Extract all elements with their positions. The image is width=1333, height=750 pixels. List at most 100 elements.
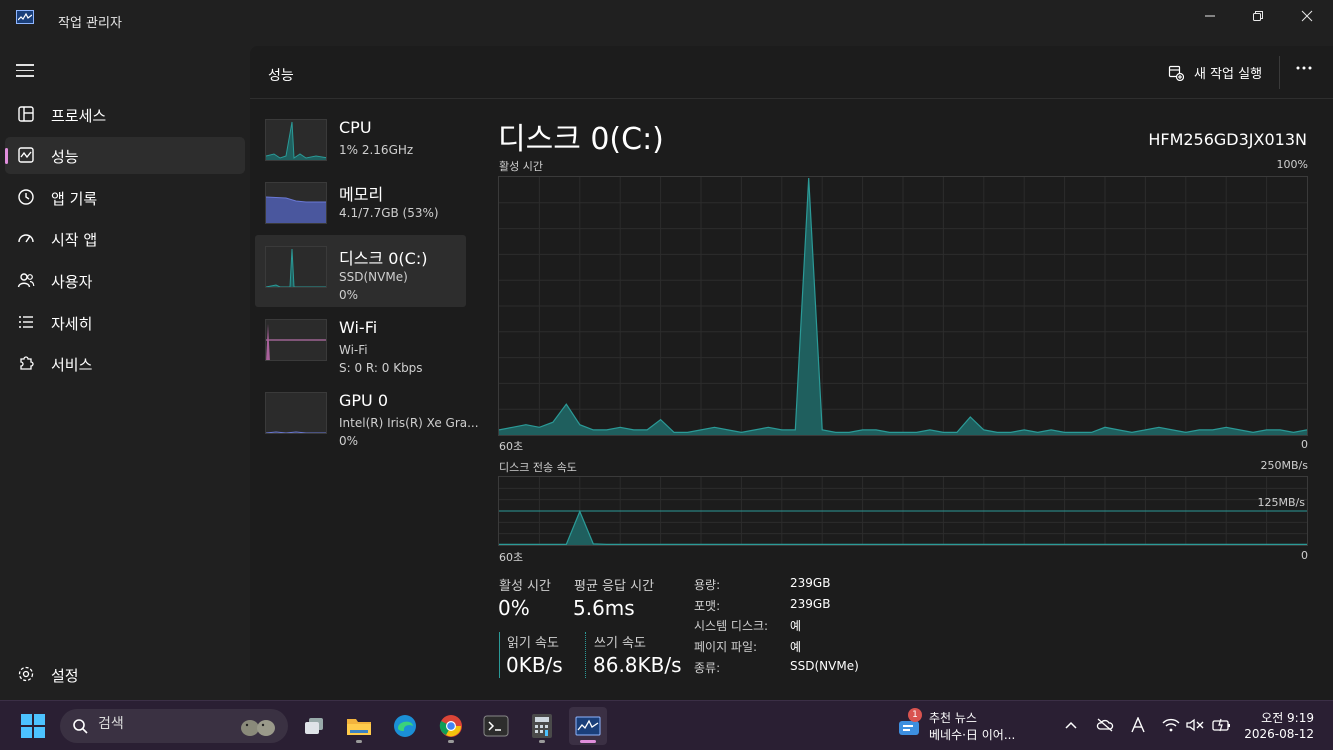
device-item-cpu[interactable]: CPU 1% 2.16GHz [255, 108, 466, 180]
sidebar-item-performance[interactable]: 성능 [5, 137, 245, 174]
device-name: CPU [339, 118, 372, 137]
running-indicator [580, 740, 596, 743]
sidebar-item-startup-apps[interactable]: 시작 앱 [5, 220, 245, 257]
volume-muted-icon [1186, 718, 1204, 732]
tray-wifi[interactable] [1162, 716, 1180, 734]
disk-model: HFM256GD3JX013N [1148, 130, 1307, 149]
device-subtitle-2: 0% [339, 288, 359, 302]
active-time-graph [498, 176, 1308, 436]
prop-key: 시스템 디스크: [694, 619, 769, 633]
disk-thumbnail-graph [265, 246, 327, 288]
more-options-button[interactable] [1295, 60, 1313, 80]
show-hidden-icons-button[interactable] [1062, 716, 1080, 734]
taskbar-file-explorer[interactable] [340, 707, 378, 745]
sidebar-item-label: 사용자 [51, 273, 93, 291]
prop-value: SSD(NVMe) [790, 659, 859, 673]
read-rate-label: 읽기 속도 [507, 636, 559, 651]
task-view-icon [305, 718, 323, 734]
taskbar-calculator[interactable] [523, 707, 561, 745]
sidebar-item-users[interactable]: 사용자 [5, 262, 245, 299]
task-manager-app-icon [16, 10, 34, 24]
sidebar-item-label: 서비스 [51, 356, 93, 374]
menu-toggle-button[interactable] [16, 64, 34, 78]
main-panel: 성능 새 작업 실행 CPU 1% 2.16GHz 메모리 4.1/7.7GB … [250, 46, 1333, 700]
sidebar-item-label: 앱 기록 [51, 190, 98, 208]
maximize-button[interactable] [1234, 0, 1282, 32]
edge-icon [394, 715, 416, 737]
transfer-graph-max: 250MB/s [1260, 459, 1308, 472]
prop-key: 종류: [694, 661, 721, 675]
users-icon [17, 273, 35, 288]
battery-charging-icon [1212, 718, 1230, 732]
active-time-x-left: 60초 [499, 440, 524, 453]
transfer-graph-label: 디스크 전송 속도 [499, 461, 577, 474]
news-widget[interactable]: 1 추천 뉴스 베네수·日 이어... [898, 707, 1038, 745]
transfer-x-left: 60초 [499, 551, 524, 564]
sidebar-item-label: 설정 [51, 667, 79, 685]
tray-battery[interactable] [1212, 716, 1230, 734]
device-subtitle-2: S: 0 R: 0 Kbps [339, 361, 423, 375]
taskbar-edge[interactable] [386, 707, 424, 745]
clock-date[interactable]: 2026-08-12 [1240, 727, 1314, 741]
device-item-wifi[interactable]: Wi-Fi Wi-Fi S: 0 R: 0 Kbps [255, 308, 466, 380]
hamburger-icon-line [16, 69, 34, 71]
prop-key: 페이지 파일: [694, 640, 758, 654]
tray-volume[interactable] [1186, 716, 1204, 734]
puzzle-icon [20, 356, 34, 370]
clock-time[interactable]: 오전 9:19 [1258, 709, 1314, 726]
pulse-icon [18, 147, 34, 163]
device-subtitle-2: 0% [339, 434, 359, 448]
search-input[interactable] [98, 716, 238, 732]
gear-icon [18, 666, 34, 682]
close-button[interactable] [1283, 0, 1331, 32]
restore-icon [1253, 11, 1263, 21]
detail-title: 디스크 0(C:) [498, 122, 664, 157]
tray-ime[interactable] [1129, 716, 1147, 734]
window-title: 작업 관리자 [58, 16, 122, 31]
list-icon [19, 316, 33, 328]
device-subtitle: Wi-Fi [339, 343, 368, 357]
sidebar: 프로세스 성능 앱 기록 시작 앱 사용자 자세히 서비스 설정 [0, 46, 250, 700]
news-subtitle: 베네수·日 이어... [929, 728, 1016, 742]
sidebar-item-label: 자세히 [51, 315, 93, 333]
active-time-x-right: 0 [1301, 438, 1308, 451]
device-item-disk[interactable]: 디스크 0(C:) SSD(NVMe) 0% [255, 235, 466, 307]
read-rate-value: 0KB/s [506, 653, 563, 677]
title-bar: 작업 관리자 [0, 0, 1333, 46]
task-manager-icon [575, 716, 601, 736]
taskbar-terminal[interactable] [477, 707, 515, 745]
sidebar-item-services[interactable]: 서비스 [5, 345, 245, 382]
taskbar-task-manager[interactable] [569, 707, 607, 745]
header-divider [1279, 56, 1280, 89]
history-icon [18, 189, 34, 205]
windows-start-icon[interactable] [20, 713, 46, 739]
sidebar-item-app-history[interactable]: 앱 기록 [5, 179, 245, 216]
write-rate-value: 86.8KB/s [593, 653, 682, 677]
sidebar-item-settings[interactable]: 설정 [5, 656, 245, 693]
taskbar-search[interactable] [60, 709, 288, 743]
avg-response-label: 평균 응답 시간 [574, 579, 655, 594]
taskbar-chrome[interactable] [432, 707, 470, 745]
minimize-button[interactable] [1186, 0, 1234, 32]
g1-svg [499, 177, 1307, 435]
sidebar-item-processes[interactable]: 프로세스 [5, 96, 245, 133]
device-subtitle: SSD(NVMe) [339, 270, 408, 284]
running-indicator [448, 740, 454, 743]
device-item-gpu[interactable]: GPU 0 Intel(R) Iris(R) Xe Gra... 0% [255, 381, 479, 453]
taskbar: 1 추천 뉴스 베네수·日 이어... 오전 9:19 2026-08-12 [0, 700, 1333, 750]
running-indicator [539, 740, 545, 743]
taskbar-task-view[interactable] [295, 707, 333, 745]
new-task-button[interactable]: 새 작업 실행 [1168, 63, 1262, 82]
g2-svg [499, 477, 1307, 545]
active-time-graph-max: 100% [1276, 158, 1308, 171]
new-task-label: 새 작업 실행 [1194, 67, 1263, 82]
wifi-icon [1162, 718, 1180, 732]
cpu-thumbnail-graph [265, 119, 327, 161]
device-item-memory[interactable]: 메모리 4.1/7.7GB (53%) [255, 171, 466, 243]
sidebar-item-details[interactable]: 자세히 [5, 304, 245, 341]
tray-cloud-offline[interactable] [1096, 716, 1114, 734]
active-time-label: 활성 시간 [499, 579, 551, 594]
device-name: GPU 0 [339, 391, 389, 410]
device-subtitle: Intel(R) Iris(R) Xe Gra... [339, 416, 479, 430]
prop-value: 239GB [790, 576, 831, 590]
